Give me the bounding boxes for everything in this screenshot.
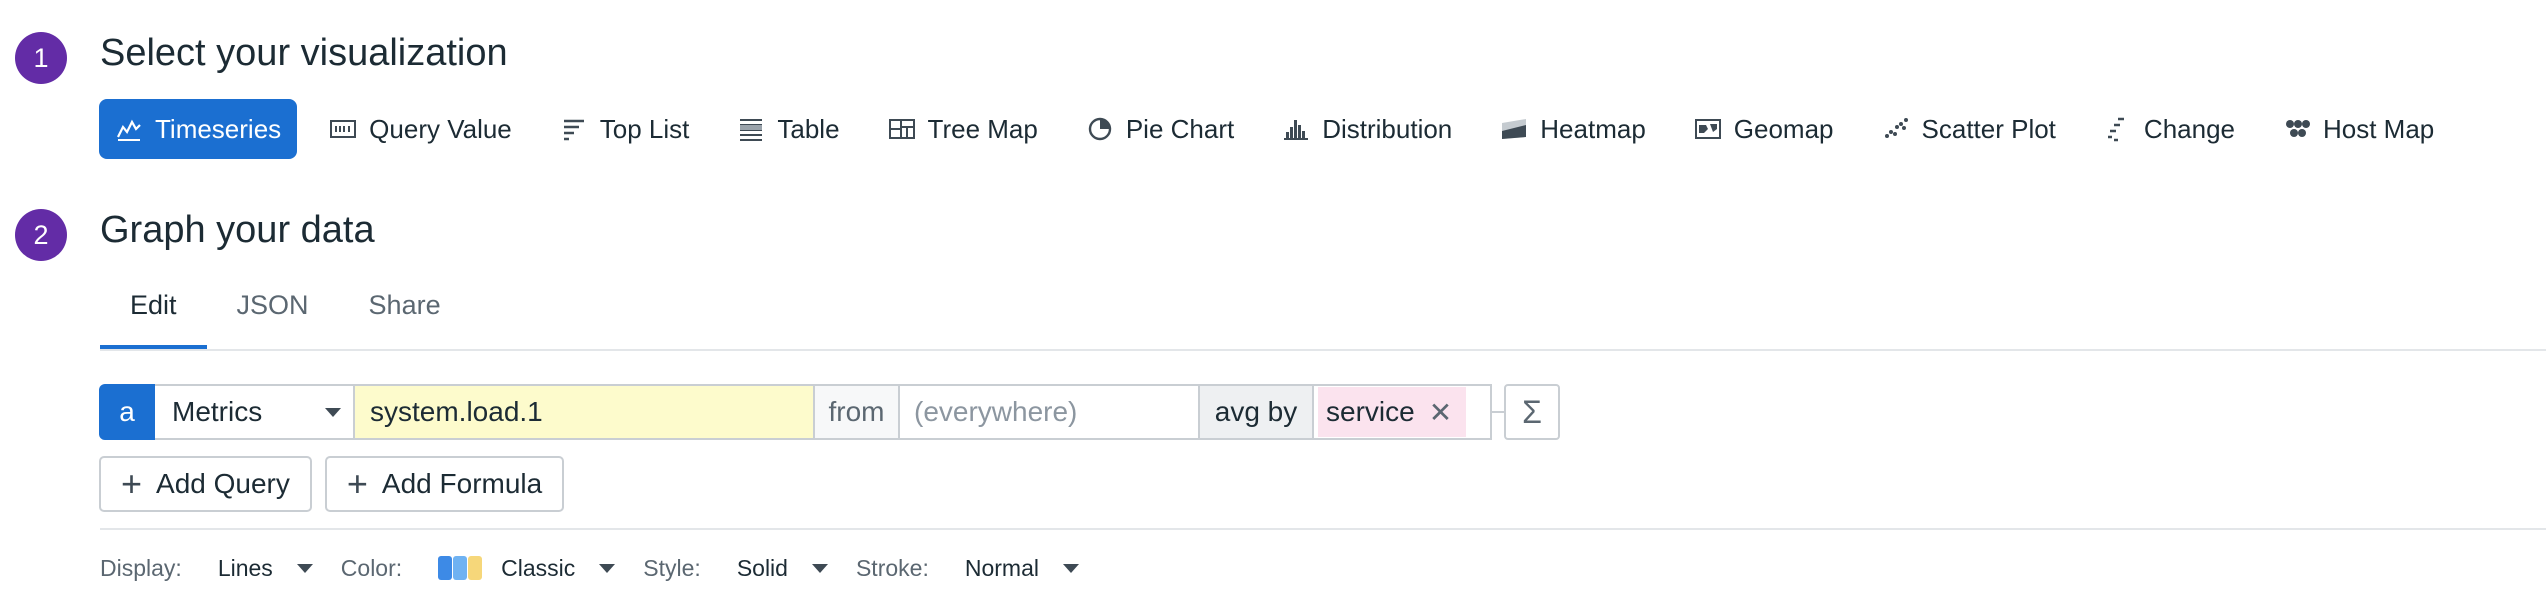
timeseries-icon — [115, 115, 143, 143]
query-actions: + Add Query + Add Formula — [99, 456, 577, 512]
stroke-value: Normal — [964, 554, 1039, 581]
viz-label: Timeseries — [155, 113, 282, 144]
style-select[interactable]: Solid — [737, 555, 828, 582]
step-1-badge: 1 — [15, 32, 67, 84]
palette-icon — [438, 556, 483, 580]
viz-label: Heatmap — [1540, 113, 1646, 144]
aggregation-select[interactable]: avg by — [1200, 384, 1314, 440]
style-label: Style: — [643, 554, 701, 581]
plus-icon: + — [121, 463, 143, 504]
add-query-button[interactable]: + Add Query — [99, 456, 312, 512]
tab-edit[interactable]: Edit — [100, 290, 207, 350]
viz-label: Host Map — [2323, 113, 2435, 144]
viz-label: Distribution — [1322, 113, 1453, 144]
scatter-plot-icon — [1882, 115, 1910, 143]
display-select[interactable]: Lines — [218, 555, 313, 582]
query-row: a Metrics system.load.1 from (everywhere… — [99, 384, 1560, 440]
table-icon — [737, 115, 765, 143]
viz-label: Query Value — [369, 113, 512, 144]
change-icon — [2104, 115, 2132, 143]
close-icon[interactable]: ✕ — [1429, 396, 1452, 429]
from-label: from — [815, 384, 900, 440]
host-map-icon — [2283, 115, 2311, 143]
group-by-field[interactable]: service ✕ — [1314, 384, 1492, 440]
query-value-icon — [329, 115, 357, 143]
viz-geomap-button[interactable]: Geomap — [1678, 99, 1850, 159]
query-letter-badge[interactable]: a — [99, 384, 155, 440]
viz-label: Geomap — [1733, 113, 1834, 144]
display-label: Display: — [100, 554, 182, 581]
add-query-label: Add Query — [156, 468, 290, 499]
tree-map-icon — [888, 115, 916, 143]
viz-timeseries-button[interactable]: Timeseries — [99, 99, 298, 159]
color-label: Color: — [340, 554, 403, 581]
viz-label: Pie Chart — [1125, 113, 1235, 144]
viz-label: Scatter Plot — [1921, 113, 2056, 144]
sigma-function-button[interactable]: Σ — [1504, 384, 1560, 440]
viz-change-button[interactable]: Change — [2088, 99, 2251, 159]
viz-distribution-button[interactable]: Distribution — [1266, 99, 1468, 159]
chevron-down-icon — [1062, 563, 1079, 573]
viz-label: Table — [777, 113, 840, 144]
viz-top-list-button[interactable]: Top List — [544, 99, 706, 159]
display-options: Display: Lines Color: Classic Style: Sol… — [100, 548, 1107, 588]
chevron-down-icon — [599, 563, 616, 573]
geomap-icon — [1694, 115, 1722, 143]
viz-tree-map-button[interactable]: Tree Map — [872, 99, 1054, 159]
stroke-select[interactable]: Normal — [965, 555, 1079, 582]
heatmap-icon — [1500, 115, 1528, 143]
chevron-down-icon — [811, 563, 828, 573]
add-formula-label: Add Formula — [381, 468, 543, 499]
step-1-title: Select your visualization — [100, 32, 508, 74]
step-2-badge: 2 — [15, 209, 67, 261]
tab-share[interactable]: Share — [339, 290, 471, 350]
stroke-label: Stroke: — [855, 554, 929, 581]
pie-chart-icon — [1086, 115, 1114, 143]
viz-label: Change — [2143, 113, 2235, 144]
top-list-icon — [560, 115, 588, 143]
chevron-down-icon — [325, 407, 341, 417]
group-tag: service ✕ — [1318, 387, 1467, 437]
tabs-divider — [100, 349, 2546, 351]
style-value: Solid — [736, 554, 788, 581]
viz-label: Top List — [599, 113, 690, 144]
viz-pie-chart-button[interactable]: Pie Chart — [1070, 99, 1250, 159]
tab-json[interactable]: JSON — [207, 290, 339, 350]
connector-line — [1492, 384, 1504, 440]
viz-query-value-button[interactable]: Query Value — [313, 99, 528, 159]
display-value: Lines — [217, 554, 273, 581]
color-select[interactable]: Classic — [438, 554, 616, 582]
step-2-title: Graph your data — [100, 209, 375, 251]
visualization-picker: Timeseries Query Value Top List Table Tr… — [99, 99, 2466, 159]
viz-host-map-button[interactable]: Host Map — [2267, 99, 2450, 159]
scope-input[interactable]: (everywhere) — [900, 384, 1200, 440]
data-source-select[interactable]: Metrics — [155, 384, 355, 440]
viz-heatmap-button[interactable]: Heatmap — [1484, 99, 1662, 159]
metric-input[interactable]: system.load.1 — [355, 384, 815, 440]
editor-tabs: Edit JSON Share — [100, 290, 471, 350]
group-tag-label: service — [1326, 396, 1415, 427]
add-formula-button[interactable]: + Add Formula — [324, 456, 565, 512]
distribution-icon — [1282, 115, 1310, 143]
viz-label: Tree Map — [927, 113, 1038, 144]
section-divider — [100, 528, 2546, 530]
viz-scatter-plot-button[interactable]: Scatter Plot — [1866, 99, 2072, 159]
chevron-down-icon — [296, 563, 313, 573]
color-value: Classic — [501, 554, 576, 581]
viz-table-button[interactable]: Table — [721, 99, 855, 159]
plus-icon: + — [346, 463, 368, 504]
data-source-value: Metrics — [172, 396, 263, 427]
